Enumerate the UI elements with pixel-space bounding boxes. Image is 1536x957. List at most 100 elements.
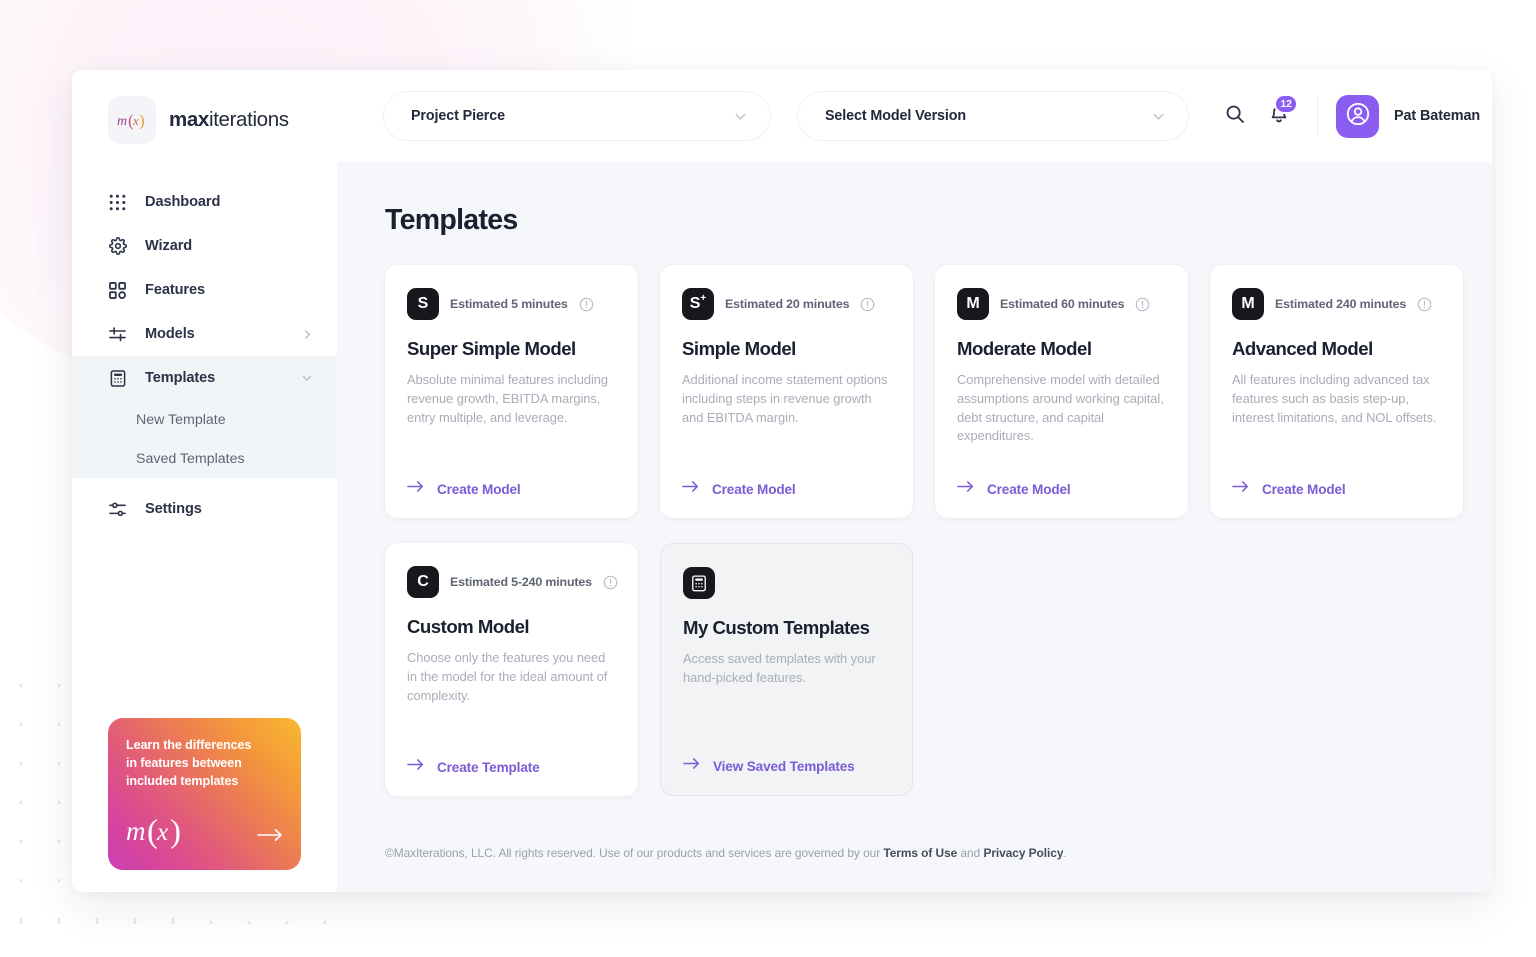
badge-superscript: + — [700, 293, 707, 304]
arrow-right-icon — [1232, 480, 1249, 498]
sidebar-nav: Dashboard Wizard Features Models Templat… — [72, 180, 337, 531]
badge-icon: M — [1232, 288, 1264, 320]
privacy-policy-link[interactable]: Privacy Policy — [983, 846, 1063, 860]
notifications-button[interactable]: 12 — [1259, 94, 1299, 136]
badge-letter: S — [689, 295, 701, 312]
sidebar-item-models[interactable]: Models — [72, 312, 337, 356]
card-title: Super Simple Model — [407, 338, 576, 359]
squares-icon — [108, 281, 127, 300]
estimate-label: Estimated 5 minutes — [450, 297, 568, 311]
template-card-my-custom-templates[interactable]: My Custom Templates Access saved templat… — [660, 543, 913, 796]
brand-name-rest: iterations — [208, 108, 289, 131]
promo-footer: m ( x ) — [126, 810, 283, 855]
sidebar-subitem-saved-templates[interactable]: Saved Templates — [72, 439, 337, 478]
card-description: Comprehensive model with detailed assump… — [957, 372, 1164, 444]
info-icon[interactable] — [1135, 297, 1150, 312]
estimate-label: Estimated 240 minutes — [1275, 297, 1407, 311]
badge-letter: M — [1241, 295, 1255, 312]
arrow-right-icon — [957, 480, 974, 498]
card-header: M Estimated 60 minutes — [957, 288, 1166, 320]
user-menu[interactable]: Pat Bateman — [1336, 94, 1492, 138]
settings-sliders-icon — [108, 500, 127, 519]
svg-text:): ) — [139, 111, 145, 130]
promo-text: Learn the differences in features betwee… — [126, 737, 283, 791]
badge-letter: C — [417, 573, 429, 590]
card-title: Moderate Model — [957, 338, 1092, 359]
top-header: Project Pierce Select Model Version 12 P… — [337, 70, 1492, 162]
brand-mark-icon: m ( x ) — [108, 96, 156, 144]
svg-text:x: x — [156, 819, 168, 846]
card-link-label: Create Model — [712, 481, 796, 497]
sidebar-item-features[interactable]: Features — [72, 268, 337, 312]
arrow-right-icon — [257, 828, 283, 855]
card-description: Access saved templates with your hand-pi… — [683, 651, 876, 685]
promo-card[interactable]: Learn the differences in features betwee… — [108, 718, 301, 870]
template-card-super-simple-model[interactable]: S Estimated 5 minutes Super Simple Model… — [385, 265, 638, 518]
arrow-right-icon — [683, 757, 700, 775]
project-select[interactable]: Project Pierce — [383, 91, 771, 141]
badge-letter: S — [417, 295, 429, 312]
sidebar: m ( x ) maxiterations Dashboard Wizard F… — [72, 70, 337, 892]
sidebar-item-label: Features — [145, 282, 206, 298]
template-card-grid: S Estimated 5 minutes Super Simple Model… — [385, 265, 1463, 796]
promo-line-3: included templates — [126, 773, 239, 788]
info-icon[interactable] — [1417, 297, 1432, 312]
sidebar-item-label: Templates — [145, 370, 216, 386]
card-link-label: Create Model — [437, 481, 521, 497]
card-link-label: Create Template — [437, 759, 540, 775]
sidebar-item-settings[interactable]: Settings — [72, 487, 337, 531]
template-card-moderate-model[interactable]: M Estimated 60 minutes Moderate Model Co… — [935, 265, 1188, 518]
sidebar-item-label: Settings — [145, 501, 202, 517]
info-icon[interactable] — [603, 575, 618, 590]
card-description: Additional income statement options incl… — [682, 372, 888, 425]
card-header: S Estimated 5 minutes — [407, 288, 616, 320]
footer-text-mid: and — [957, 846, 984, 860]
arrow-right-icon — [407, 758, 424, 776]
chevron-right-icon — [302, 329, 313, 340]
footer-text: ©MaxIterations, LLC. All rights reserved… — [385, 846, 1067, 860]
user-name: Pat Bateman — [1394, 108, 1481, 124]
estimate-label: Estimated 20 minutes — [725, 297, 850, 311]
sidebar-item-templates[interactable]: Templates — [72, 356, 337, 400]
create-model-link[interactable]: Create Model — [682, 480, 891, 498]
avatar — [1336, 94, 1379, 138]
view-saved-templates-link[interactable]: View Saved Templates — [683, 757, 890, 775]
footer-text-after: . — [1063, 846, 1067, 860]
user-avatar-icon — [1345, 101, 1371, 132]
info-icon[interactable] — [860, 297, 875, 312]
main-area: Project Pierce Select Model Version 12 P… — [337, 70, 1492, 892]
sidebar-item-dashboard[interactable]: Dashboard — [72, 180, 337, 224]
card-link-label: View Saved Templates — [713, 758, 855, 774]
footer-text-before: ©MaxIterations, LLC. All rights reserved… — [385, 846, 884, 860]
brand-logo[interactable]: m ( x ) maxiterations — [72, 96, 337, 144]
grid-icon — [108, 193, 127, 212]
header-actions: 12 Pat Bateman — [1215, 94, 1492, 138]
search-button[interactable] — [1215, 96, 1255, 136]
card-link-label: Create Model — [1262, 481, 1346, 497]
brand-name: maxiterations — [169, 108, 289, 132]
calculator-icon — [108, 369, 127, 388]
svg-text:): ) — [170, 814, 181, 850]
template-card-simple-model[interactable]: S + Estimated 20 minutes Simple Model Add… — [660, 265, 913, 518]
create-model-link[interactable]: Create Model — [1232, 480, 1441, 498]
create-model-link[interactable]: Create Model — [407, 480, 616, 498]
card-title: Advanced Model — [1232, 338, 1373, 359]
sidebar-item-wizard[interactable]: Wizard — [72, 224, 337, 268]
sidebar-subitem-new-template[interactable]: New Template — [72, 400, 337, 439]
gear-icon — [108, 237, 127, 256]
create-model-link[interactable]: Create Model — [957, 480, 1166, 498]
background-dot-grid-bottom — [0, 895, 350, 957]
info-icon[interactable] — [579, 297, 594, 312]
terms-of-use-link[interactable]: Terms of Use — [883, 846, 957, 860]
promo-line-2: in features between — [126, 755, 242, 770]
model-version-select[interactable]: Select Model Version — [797, 91, 1189, 141]
content-area: Templates S Estimated 5 minutes Super Si… — [337, 162, 1492, 814]
template-card-custom-model[interactable]: C Estimated 5-240 minutes Custom Model C… — [385, 543, 638, 796]
template-card-advanced-model[interactable]: M Estimated 240 minutes Advanced Model A… — [1210, 265, 1463, 518]
brand-name-bold: max — [169, 108, 209, 131]
badge-icon: C — [407, 566, 439, 598]
app-window: m ( x ) maxiterations Dashboard Wizard F… — [72, 70, 1492, 892]
badge-icon: M — [957, 288, 989, 320]
sidebar-item-label: Wizard — [145, 238, 193, 254]
create-template-link[interactable]: Create Template — [407, 758, 616, 776]
